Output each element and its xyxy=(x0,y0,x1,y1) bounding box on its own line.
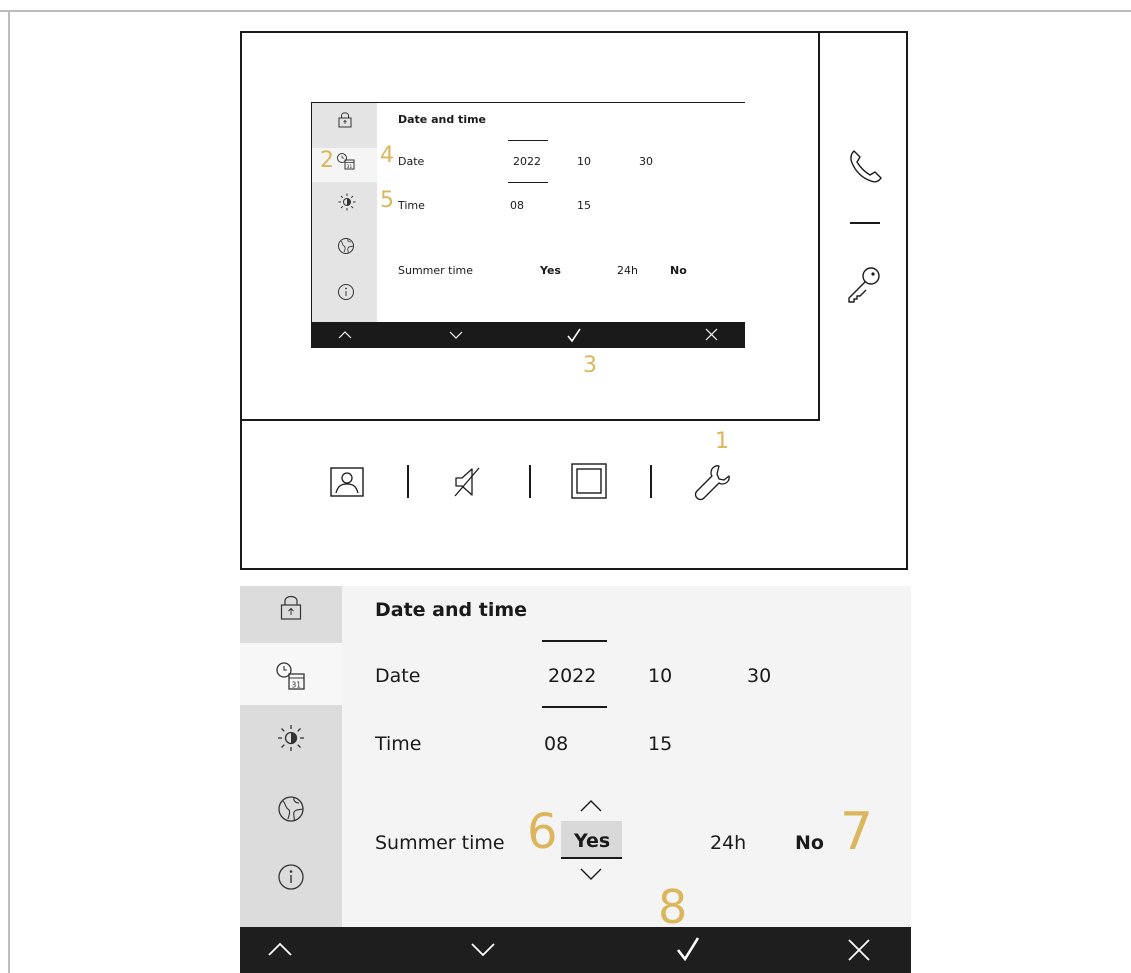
lock-icon[interactable] xyxy=(280,594,302,620)
time-hour-field[interactable]: 08 xyxy=(544,733,568,755)
callout-6: 6 xyxy=(527,804,558,860)
button-divider xyxy=(650,465,652,498)
up-icon[interactable] xyxy=(268,942,292,956)
summer-time-value[interactable]: Yes xyxy=(574,830,610,852)
side-divider xyxy=(850,222,880,224)
callout-3: 3 xyxy=(583,353,597,378)
time-label: Time xyxy=(375,733,422,755)
mini-time-label: Time xyxy=(398,199,425,212)
mini-date-month[interactable]: 10 xyxy=(577,155,591,168)
mini-screen: 31 Date and time Date 2022 10 30 Time 08… xyxy=(311,102,745,348)
mini-bottom-bar xyxy=(312,322,744,347)
bottom-bar xyxy=(240,927,911,973)
svg-text:31: 31 xyxy=(347,164,353,170)
format-label: 24h xyxy=(710,832,747,854)
mini-date-day[interactable]: 30 xyxy=(639,155,653,168)
globe-icon[interactable] xyxy=(337,237,355,255)
mini-date-year[interactable]: 2022 xyxy=(513,155,541,168)
mini-title: Date and time xyxy=(398,113,487,126)
mini-selector-bottom xyxy=(508,182,548,183)
date-year-field[interactable]: 2022 xyxy=(548,665,596,687)
mini-summer-value[interactable]: Yes xyxy=(540,264,561,277)
summer-time-label: Summer time xyxy=(375,832,505,854)
down-icon[interactable] xyxy=(449,331,463,339)
date-month-field[interactable]: 10 xyxy=(648,665,672,687)
phone-icon[interactable] xyxy=(848,148,882,184)
date-day-field[interactable]: 30 xyxy=(747,665,771,687)
selector-bottom-line xyxy=(542,706,607,708)
callout-2: 2 xyxy=(320,148,334,173)
down-icon[interactable] xyxy=(471,943,495,957)
info-icon[interactable] xyxy=(277,863,305,891)
check-icon[interactable] xyxy=(676,937,700,962)
button-divider xyxy=(407,465,409,498)
brightness-icon[interactable] xyxy=(338,193,356,211)
callout-4: 4 xyxy=(380,143,394,168)
screen-border-bottom xyxy=(240,419,820,421)
mini-time-hour[interactable]: 08 xyxy=(510,199,524,212)
mini-format-value[interactable]: No xyxy=(670,264,687,277)
value-down-arrow-icon[interactable] xyxy=(580,868,602,880)
clock-calendar-icon[interactable]: 31 xyxy=(275,661,307,691)
mini-selector-top xyxy=(508,140,548,141)
screen-border-right xyxy=(818,31,820,421)
close-icon[interactable] xyxy=(705,328,718,341)
callout-5: 5 xyxy=(380,188,394,213)
page-title: Date and time xyxy=(375,599,528,621)
contacts-icon[interactable] xyxy=(330,467,364,497)
mini-content xyxy=(377,103,745,322)
enlarged-screen: 31 Date and time Date 2022 10 30 Time 08… xyxy=(240,586,911,973)
up-icon[interactable] xyxy=(338,331,352,339)
button-divider xyxy=(529,465,531,498)
svg-text:31: 31 xyxy=(292,681,302,690)
content-panel xyxy=(342,586,911,930)
globe-icon[interactable] xyxy=(277,795,305,823)
check-icon[interactable] xyxy=(567,328,581,343)
lock-icon[interactable] xyxy=(338,111,352,128)
clock-calendar-icon[interactable]: 31 xyxy=(336,152,356,170)
callout-8: 8 xyxy=(658,880,688,934)
mini-summer-label: Summer time xyxy=(398,264,474,277)
brightness-icon[interactable] xyxy=(277,724,305,752)
callout-7: 7 xyxy=(840,802,874,862)
mute-icon[interactable] xyxy=(452,466,482,498)
mini-time-minute[interactable]: 15 xyxy=(577,199,591,212)
format-value[interactable]: No xyxy=(795,832,824,854)
key-icon[interactable] xyxy=(846,266,882,304)
frame-top-border xyxy=(0,10,1131,12)
callout-1: 1 xyxy=(715,429,729,454)
summer-time-selector-line xyxy=(561,857,622,859)
mini-format-label: 24h xyxy=(617,264,638,277)
settings-wrench-icon[interactable] xyxy=(694,463,732,501)
selector-top-line xyxy=(542,640,607,642)
mini-date-label: Date xyxy=(398,155,425,168)
time-minute-field[interactable]: 15 xyxy=(648,733,672,755)
date-label: Date xyxy=(375,665,421,687)
close-icon[interactable] xyxy=(848,939,870,961)
screen-icon[interactable] xyxy=(571,463,607,499)
value-up-arrow-icon[interactable] xyxy=(580,800,602,812)
info-icon[interactable] xyxy=(337,283,355,301)
frame-left-border xyxy=(8,10,10,973)
